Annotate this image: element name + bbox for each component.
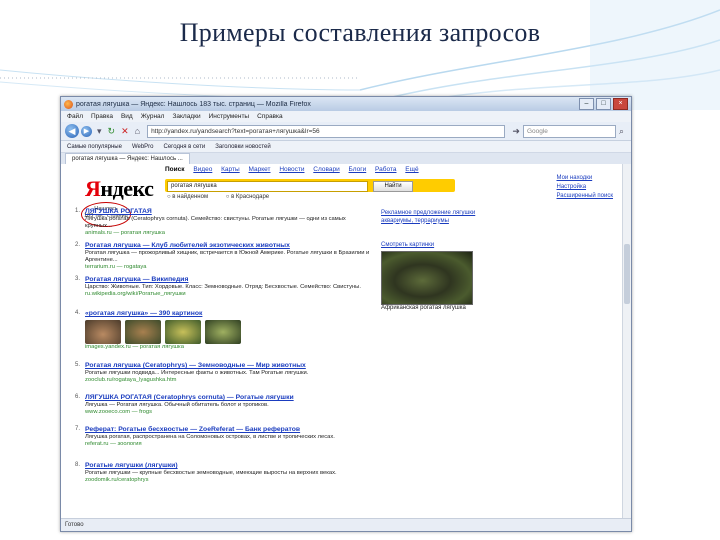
result-snippet: Рогатая лягушка — прожорливый хищник, вс… (85, 250, 370, 264)
bookmarks-toolbar: Самые популярные WebPro Сегодня в сети З… (61, 141, 631, 153)
result-title[interactable]: Рогатая лягушка — Википедия (85, 276, 370, 284)
reload-icon[interactable]: ↻ (108, 126, 116, 137)
search-result: 1. ЛЯГУШКА РОГАТАЯ Лягушка рогатая (Cera… (75, 208, 370, 238)
sidebar-frog-image[interactable] (381, 251, 473, 305)
search-input[interactable]: Google (522, 124, 616, 138)
result-snippet: Рогатые лягушки — крупные бесхвостые зем… (85, 470, 337, 476)
sidebar-image-link[interactable]: Смотреть картинки (381, 242, 521, 248)
result-title[interactable]: Рогатая лягушка — Клуб любителей экзотич… (85, 242, 370, 250)
navigation-toolbar: ◀ ▶ ▾ ↻ ✕ ⌂ http://yandex.ru/yandsearch?… (61, 122, 631, 141)
service-market[interactable]: Маркет (248, 166, 270, 173)
menu-edit[interactable]: Правка (91, 113, 113, 120)
link-advanced-search[interactable]: Расширенный поиск (557, 192, 614, 201)
window-title: рогатая лягушка — Яндекс: Нашлось 183 ты… (76, 100, 311, 108)
result-snippet: Лягушка — Рогатая лягушка. Обычный обита… (85, 402, 269, 408)
minimize-button[interactable]: – (579, 98, 594, 110)
bookmark-popular[interactable]: Самые популярные (67, 144, 122, 150)
thumbnail-frog[interactable] (85, 320, 121, 344)
result-url[interactable]: zoodomik.ru/ceratophrys (85, 477, 370, 484)
search-result: 5. Рогатая лягушка (Ceratophrys) — Земно… (75, 362, 370, 384)
result-url[interactable]: terrarium.ru — rogataya (85, 264, 370, 271)
result-url[interactable]: www.zooeco.com — frogs (85, 409, 370, 416)
result-snippet: Царство: Животные. Тип: Хордовые. Класс:… (85, 284, 361, 290)
query-input[interactable]: рогатая лягушка (167, 181, 368, 192)
result-title[interactable]: ЛЯГУШКА РОГАТАЯ (85, 208, 370, 216)
thumbnail-frog[interactable] (205, 320, 241, 344)
service-news[interactable]: Новости (279, 166, 304, 173)
address-bar[interactable]: http://yandex.ru/yandsearch?text=рогатая… (147, 124, 506, 138)
firefox-icon (64, 99, 73, 109)
menu-view[interactable]: Вид (121, 113, 133, 120)
service-blogs[interactable]: Блоги (349, 166, 367, 173)
sidebar-image-caption: Африканская рогатая лягушка (381, 305, 466, 311)
result-title[interactable]: «рогатая лягушка» — 390 картинок (85, 310, 370, 318)
thumbnail-frog[interactable] (165, 320, 201, 344)
status-bar: Готово (61, 518, 631, 531)
result-snippet: Рогатые лягушки подвида... Интересные фа… (85, 370, 309, 376)
stop-icon[interactable]: ✕ (121, 126, 129, 137)
service-more[interactable]: Ещё (405, 166, 418, 173)
menu-file[interactable]: Файл (67, 113, 83, 120)
home-icon[interactable]: ⌂ (135, 126, 140, 136)
search-options: ○ в найденном ○ в Краснодаре (167, 194, 285, 200)
browser-window: рогатая лягушка — Яндекс: Нашлось 183 ты… (60, 96, 632, 532)
result-title[interactable]: Рогатые лягушки (лягушки) (85, 462, 370, 470)
user-links: Мои находки Настройка Расширенный поиск (557, 174, 614, 201)
option-region[interactable]: ○ в Краснодаре (226, 194, 277, 200)
menu-tools[interactable]: Инструменты (209, 113, 250, 120)
service-maps[interactable]: Карты (221, 166, 240, 173)
result-url[interactable]: referat.ru — зоология (85, 441, 370, 448)
slide-title: Примеры составления запросов (179, 18, 541, 47)
bookmark-news[interactable]: Заголовки новостей (215, 144, 270, 150)
result-url[interactable]: ru.wikipedia.org/wiki/Рогатые_лягушки (85, 291, 370, 298)
back-button[interactable]: ◀ (65, 124, 79, 138)
yandex-logo[interactable]: Яндекс (85, 176, 154, 202)
search-result: 7. Реферат: Рогатые бесхвостые — ZoeRefe… (75, 426, 370, 448)
thumbnail-frog[interactable] (125, 320, 161, 344)
bookmark-today[interactable]: Сегодня в сети (164, 144, 206, 150)
image-thumbnails (85, 320, 370, 344)
result-snippet: Лягушка рогатая (Ceratophrys cornuta). С… (85, 216, 346, 230)
result-snippet: Лягушка рогатая, распространена на Солом… (85, 434, 335, 440)
service-video[interactable]: Видео (193, 166, 212, 173)
maximize-button[interactable]: □ (596, 98, 611, 110)
find-button[interactable]: Найти (373, 181, 413, 192)
result-url[interactable]: animals.ru — рогатая лягушка (85, 230, 370, 237)
title-bar: рогатая лягушка — Яндекс: Нашлось 183 ты… (61, 97, 631, 111)
menu-help[interactable]: Справка (257, 113, 283, 120)
search-result: 2. Рогатая лягушка — Клуб любителей экзо… (75, 242, 370, 271)
go-icon[interactable]: ➜ (512, 126, 520, 137)
search-result: 3. Рогатая лягушка — Википедия Царство: … (75, 276, 370, 298)
search-icon[interactable]: ⌕ (619, 126, 624, 137)
result-title[interactable]: Рогатая лягушка (Ceratophrys) — Земновод… (85, 362, 370, 370)
search-result: 8. Рогатые лягушки (лягушки) Рогатые ляг… (75, 462, 370, 484)
service-search[interactable]: Поиск (165, 166, 185, 173)
page-content: Поиск Видео Карты Маркет Новости Словари… (61, 164, 631, 519)
service-dictionaries[interactable]: Словари (313, 166, 339, 173)
bookmark-webpro[interactable]: WebPro (132, 144, 154, 150)
result-title[interactable]: ЛЯГУШКА РОГАТАЯ (Ceratophrys cornuta) — … (85, 394, 370, 402)
menu-bookmarks[interactable]: Закладки (172, 113, 200, 120)
menu-history[interactable]: Журнал (141, 113, 165, 120)
result-url[interactable]: zooclub.ru/rogataya_lyagushka.htm (85, 377, 370, 384)
search-result: 6. ЛЯГУШКА РОГАТАЯ (Ceratophrys cornuta)… (75, 394, 370, 416)
forward-button[interactable]: ▶ (81, 125, 92, 137)
link-settings[interactable]: Настройка (557, 183, 614, 192)
service-jobs[interactable]: Работа (375, 166, 396, 173)
close-button[interactable]: × (613, 98, 628, 110)
result-title[interactable]: Реферат: Рогатые бесхвостые — ZoeReferat… (85, 426, 370, 434)
menu-bar: Файл Правка Вид Журнал Закладки Инструме… (61, 111, 631, 122)
result-url[interactable]: images.yandex.ru — рогатая лягушка (85, 344, 370, 351)
yandex-services-bar: Поиск Видео Карты Маркет Новости Словари… (165, 166, 426, 173)
history-dropdown-icon[interactable]: ▾ (97, 126, 102, 137)
link-my-finds[interactable]: Мои находки (557, 174, 614, 183)
search-box: рогатая лягушка Найти (165, 179, 455, 192)
scrollbar-thumb[interactable] (624, 244, 630, 304)
option-in-found[interactable]: ○ в найденном (167, 194, 216, 200)
sidebar-ad[interactable]: Рекламное предложение лягушки аквариумы,… (381, 210, 501, 225)
search-result-images: 4. «рогатая лягушка» — 390 картинок imag… (75, 310, 370, 351)
vertical-scrollbar[interactable] (622, 164, 631, 519)
